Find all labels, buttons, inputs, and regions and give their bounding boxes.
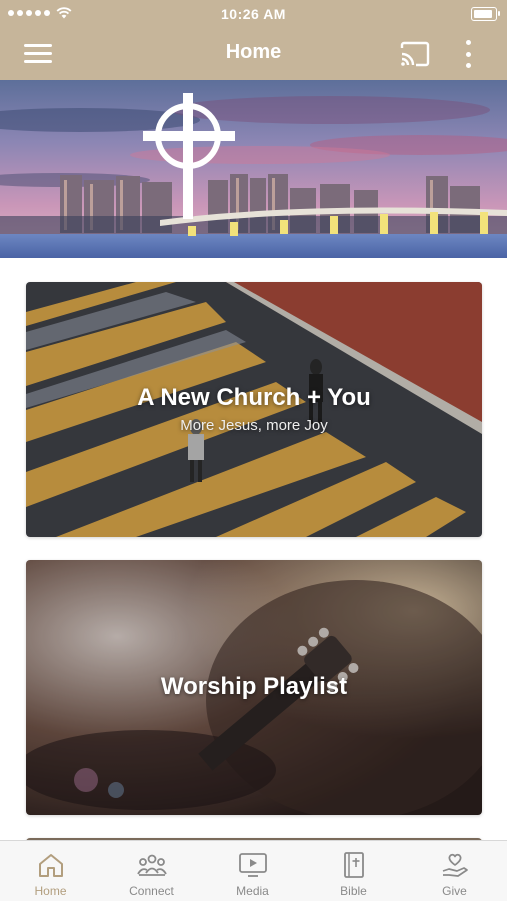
navigation-bar: Home <box>0 28 507 80</box>
card-worship-playlist[interactable]: Worship Playlist <box>26 560 482 815</box>
card-title: A New Church + You <box>137 384 371 411</box>
tab-media[interactable]: Media <box>202 841 303 901</box>
more-options-icon[interactable] <box>458 38 478 70</box>
tab-label: Media <box>236 884 269 898</box>
tab-home[interactable]: Home <box>0 841 101 901</box>
tab-bar: Home Connect Media Bible Give <box>0 840 507 901</box>
book-icon <box>344 852 364 878</box>
tab-label: Home <box>34 884 67 898</box>
people-icon <box>137 854 167 876</box>
battery-icon <box>471 7 500 21</box>
play-screen-icon <box>239 853 267 877</box>
cast-icon[interactable] <box>398 40 432 68</box>
home-icon <box>39 854 63 877</box>
card-title: Worship Playlist <box>160 673 348 700</box>
tab-label: Connect <box>129 884 174 898</box>
card-new-church[interactable]: A New Church + You More Jesus, more Joy <box>26 282 482 537</box>
tab-bible[interactable]: Bible <box>303 841 404 901</box>
tab-connect[interactable]: Connect <box>101 841 202 901</box>
status-time: 10:26 AM <box>221 6 286 22</box>
card-subtitle: More Jesus, more Joy <box>180 417 328 434</box>
status-bar: 10:26 AM <box>0 0 507 28</box>
tab-give[interactable]: Give <box>404 841 505 901</box>
hero-banner <box>0 80 507 258</box>
tab-label: Bible <box>340 884 367 898</box>
heart-hand-icon <box>442 853 468 877</box>
content-feed: A New Church + You More Jesus, more Joy <box>0 258 507 840</box>
tab-label: Give <box>442 884 467 898</box>
